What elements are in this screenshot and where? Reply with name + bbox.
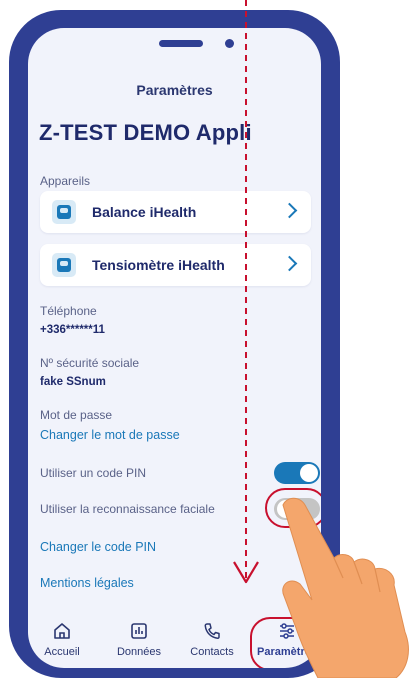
pointing-hand-icon (282, 497, 409, 678)
